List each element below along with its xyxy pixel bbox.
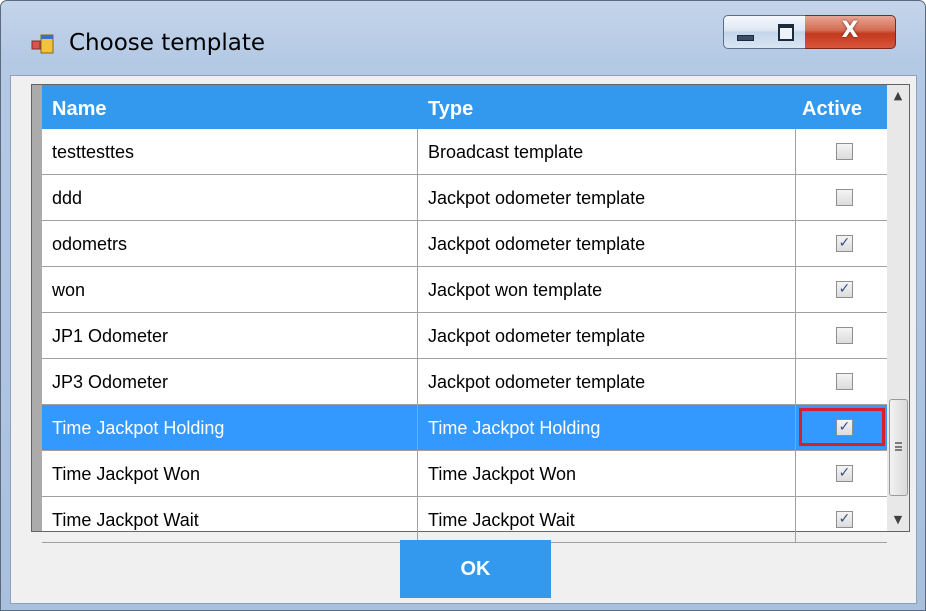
choose-template-window: Choose template X Name Type Active testt… [0,0,926,611]
scroll-thumb-grip-icon [895,442,902,451]
cell-type[interactable]: Jackpot odometer template [428,221,645,267]
cell-name[interactable]: JP1 Odometer [52,313,168,359]
column-header-name[interactable]: Name [52,85,106,129]
close-icon: X [841,18,859,43]
active-checkbox[interactable]: ✓ [836,235,853,252]
cell-name[interactable]: ddd [52,175,82,221]
column-divider [417,175,418,221]
table-row[interactable]: Time Jackpot Holding Time Jackpot Holding… [42,405,887,451]
minimize-button[interactable] [723,15,767,49]
scroll-up-arrow-icon[interactable]: ▲ [887,85,909,107]
active-checkbox[interactable] [836,327,853,344]
column-divider [417,221,418,267]
column-divider [795,497,796,543]
minimize-icon [737,35,754,41]
dialog-client-area: Name Type Active testtesttes Broadcast te… [10,75,917,604]
column-divider [417,497,418,543]
cell-type[interactable]: Jackpot won template [428,267,602,313]
window-title: Choose template [69,30,266,56]
table-row[interactable]: JP3 Odometer Jackpot odometer template [42,359,887,405]
cell-name[interactable]: Time Jackpot Won [52,451,200,497]
active-checkbox[interactable]: ✓ [836,511,853,528]
cell-type[interactable]: Jackpot odometer template [428,359,645,405]
table-row[interactable]: odometrs Jackpot odometer template ✓ [42,221,887,267]
maximize-button[interactable] [765,15,806,49]
ok-button[interactable]: OK [400,540,551,598]
table-row[interactable]: Time Jackpot Wait Time Jackpot Wait ✓ [42,497,887,543]
cell-name[interactable]: won [52,267,85,313]
title-bar[interactable]: Choose template X [1,1,925,77]
column-header-active[interactable]: Active [802,85,862,129]
active-checkbox[interactable] [836,373,853,390]
table-row[interactable]: testtesttes Broadcast template [42,129,887,175]
column-header-type[interactable]: Type [428,85,473,129]
cell-name[interactable]: odometrs [52,221,127,267]
cell-name[interactable]: Time Jackpot Holding [52,405,224,451]
grid-header: Name Type Active [42,85,887,129]
templates-grid: Name Type Active testtesttes Broadcast te… [42,85,887,543]
scroll-thumb[interactable] [889,399,908,496]
column-divider [417,405,418,451]
active-checkbox[interactable]: ✓ [836,465,853,482]
cell-name[interactable]: JP3 Odometer [52,359,168,405]
table-row[interactable]: won Jackpot won template ✓ [42,267,887,313]
table-row[interactable]: Time Jackpot Won Time Jackpot Won ✓ [42,451,887,497]
active-checkbox[interactable] [836,189,853,206]
scroll-down-arrow-icon[interactable]: ▼ [887,509,909,531]
cell-name[interactable]: Time Jackpot Wait [52,497,199,543]
column-divider [795,175,796,221]
templates-grid-frame: Name Type Active testtesttes Broadcast te… [31,84,910,543]
vertical-scrollbar[interactable]: ▲ ▼ [887,85,909,531]
column-divider [417,267,418,313]
table-row[interactable]: ddd Jackpot odometer template [42,175,887,221]
active-checkbox[interactable]: ✓ [836,281,853,298]
active-cell-highlight [799,408,885,446]
column-divider [795,221,796,267]
column-divider [417,129,418,175]
column-divider [795,359,796,405]
maximize-icon [778,24,794,41]
cell-type[interactable]: Jackpot odometer template [428,175,645,221]
cell-type[interactable]: Time Jackpot Wait [428,497,575,543]
window-app-icon [31,34,54,54]
table-row[interactable]: JP1 Odometer Jackpot odometer template [42,313,887,359]
column-divider [795,451,796,497]
column-divider [417,313,418,359]
column-divider [795,405,796,451]
column-divider [795,267,796,313]
cell-type[interactable]: Time Jackpot Won [428,451,576,497]
active-checkbox[interactable] [836,143,853,160]
column-divider [417,451,418,497]
cell-type[interactable]: Time Jackpot Holding [428,405,600,451]
column-divider [795,313,796,359]
cell-type[interactable]: Jackpot odometer template [428,313,645,359]
column-divider [795,129,796,175]
close-button[interactable]: X [805,15,896,49]
cell-name[interactable]: testtesttes [52,129,134,175]
column-divider [417,359,418,405]
cell-type[interactable]: Broadcast template [428,129,583,175]
